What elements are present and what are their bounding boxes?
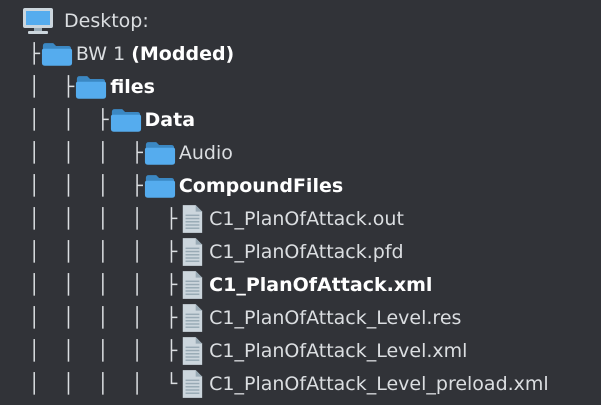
tree-guides: │ │ │ ├ <box>17 141 143 164</box>
tree-label-compoundfiles: CompoundFiles <box>178 174 344 197</box>
document-icon <box>177 369 207 399</box>
tree-label-data: Data <box>144 108 196 131</box>
document-icon <box>177 336 207 366</box>
tree-guides: │ │ │ │ └ <box>17 372 178 395</box>
folder-icon <box>143 138 177 168</box>
document-icon <box>177 237 207 267</box>
document-icon <box>177 204 207 234</box>
tree-row-desktop[interactable]: Desktop: <box>20 4 601 37</box>
tree-label-desktop: Desktop: <box>64 9 149 32</box>
folder-icon <box>109 105 143 135</box>
tree-guides: │ │ │ │ ├ <box>17 273 178 296</box>
tree-label-audio: Audio <box>178 141 233 164</box>
tree-label-file: C1_PlanOfAttack_Level.xml <box>209 339 468 362</box>
tree-guides: │ │ │ │ ├ <box>17 207 178 230</box>
tree-row-files[interactable]: │ ├ files <box>17 70 601 103</box>
folder-icon <box>74 72 108 102</box>
tree-row-compoundfiles[interactable]: │ │ │ ├ CompoundFiles <box>17 169 601 202</box>
tree-label-file: C1_PlanOfAttack_Level.res <box>209 306 462 329</box>
tree-label-file: C1_PlanOfAttack.xml <box>209 273 433 296</box>
tree-label-file: C1_PlanOfAttack.pfd <box>209 240 404 263</box>
tree-guides: │ │ ├ <box>17 108 109 131</box>
tree-guides: │ │ │ ├ <box>17 174 143 197</box>
computer-monitor-icon <box>20 6 56 36</box>
folder-icon <box>40 39 74 69</box>
tree-guides: ├ <box>17 42 40 65</box>
tree-guides: │ │ │ │ ├ <box>17 339 178 362</box>
tree-guides: │ ├ <box>17 75 75 98</box>
tree-row-file[interactable]: │ │ │ │ ├ C1_PlanOfAttack.xml <box>17 268 601 301</box>
tree-label-file: C1_PlanOfAttack.out <box>209 207 404 230</box>
tree-row-file[interactable]: │ │ │ │ ├ C1_PlanOfAttack_Level.res <box>17 301 601 334</box>
tree-label-bw1-modded: (Modded) <box>131 42 235 65</box>
folder-icon <box>143 171 177 201</box>
tree-row-file[interactable]: │ │ │ │ ├ C1_PlanOfAttack.pfd <box>17 235 601 268</box>
tree-guides: │ │ │ │ ├ <box>17 306 178 329</box>
tree-row-bw1[interactable]: ├ BW 1 (Modded) <box>17 37 601 70</box>
tree-label-file: C1_PlanOfAttack_Level_preload.xml <box>209 372 549 395</box>
tree-label-bw1: BW 1 (Modded) <box>76 42 234 66</box>
tree-row-file[interactable]: │ │ │ │ ├ C1_PlanOfAttack.out <box>17 202 601 235</box>
tree-row-data[interactable]: │ │ ├ Data <box>17 103 601 136</box>
tree-row-file[interactable]: │ │ │ │ └ C1_PlanOfAttack_Level_preload.… <box>17 367 601 400</box>
tree-row-audio[interactable]: │ │ │ ├ Audio <box>17 136 601 169</box>
tree-guides: │ │ │ │ ├ <box>17 240 178 263</box>
file-tree: Desktop: ├ BW 1 (Modded) │ ├ files │ │ ├… <box>0 0 601 405</box>
document-icon <box>177 270 207 300</box>
tree-label-files: files <box>110 75 155 98</box>
tree-label-bw1-name: BW 1 <box>75 42 126 65</box>
document-icon <box>177 303 207 333</box>
tree-row-file[interactable]: │ │ │ │ ├ C1_PlanOfAttack_Level.xml <box>17 334 601 367</box>
